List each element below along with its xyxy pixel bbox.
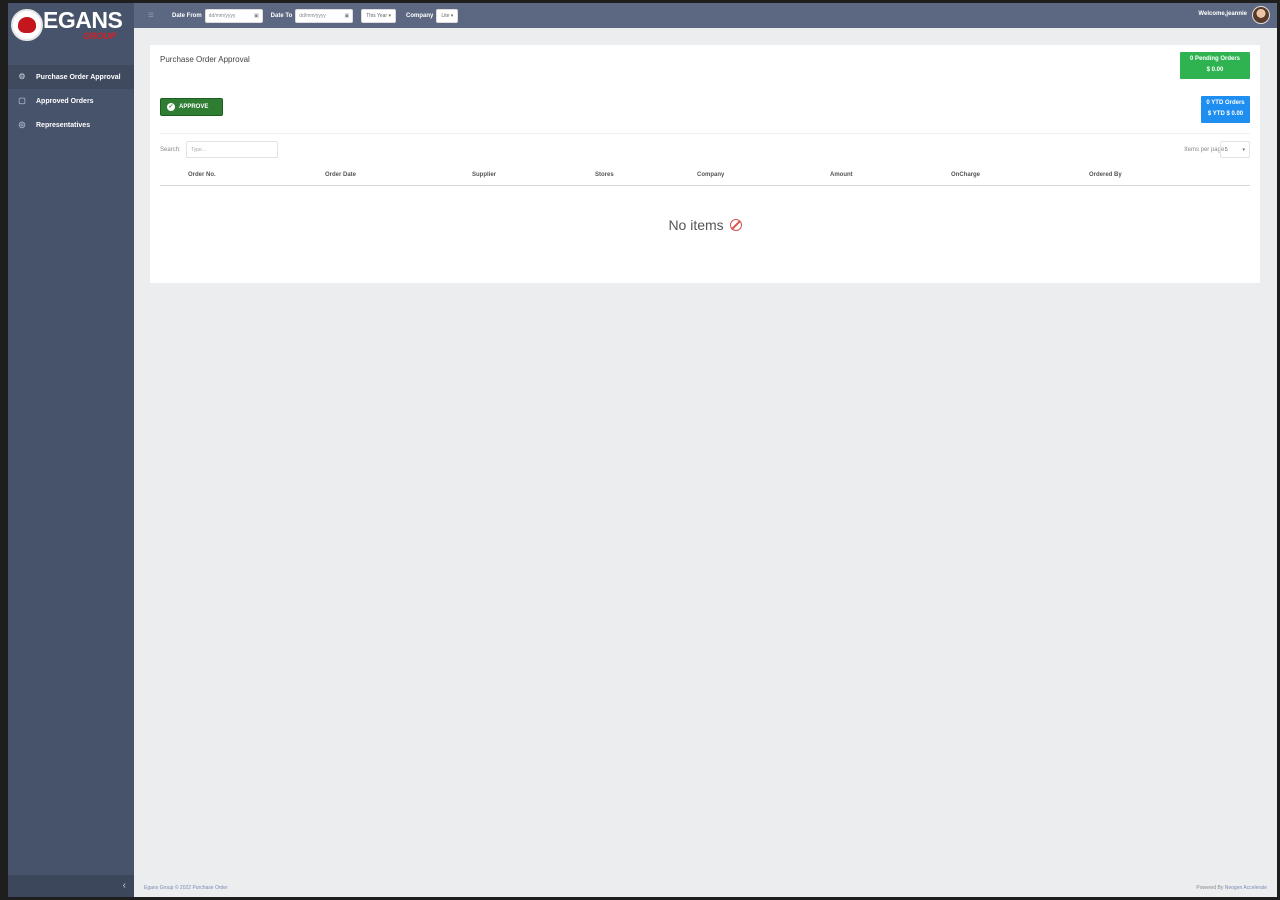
date-from-value: dd/mm/yyyy — [208, 12, 236, 19]
check-circle-icon: ✓ — [167, 103, 175, 111]
company-label: Company — [405, 12, 434, 19]
column-header-oncharge[interactable]: OnCharge — [951, 172, 980, 178]
approve-button-label: APPROVE — [179, 104, 209, 110]
items-per-page-select[interactable]: 5 ▾ — [1220, 141, 1250, 158]
sidebar-nav: ⚙ Purchase Order Approval ▢ Approved Ord… — [8, 65, 134, 137]
ytd-orders-count: 0 YTD Orders — [1206, 100, 1245, 106]
footer-powered-link[interactable]: Neogen Accelerate — [1225, 885, 1267, 891]
sidebar-collapse-button[interactable]: ‹ — [8, 875, 134, 897]
top-bar: ≡ Date From dd/mm/yyyy ▣ Date To dd/mm/y… — [134, 3, 1277, 28]
logo-emblem-icon — [11, 9, 43, 41]
date-to-input[interactable]: dd/mm/yyyy ▣ — [295, 8, 354, 23]
date-to-label: Date To — [270, 12, 293, 19]
empty-state: No items — [150, 217, 1260, 233]
page-title: Purchase Order Approval — [160, 55, 250, 64]
brand-name: EGANS — [43, 7, 123, 33]
column-header-supplier[interactable]: Supplier — [472, 172, 496, 178]
column-header-stores[interactable]: Stores — [595, 172, 614, 178]
approval-icon: ⚙ — [18, 72, 26, 81]
brand-sub: GROUP — [83, 31, 117, 41]
document-icon: ▢ — [18, 96, 26, 105]
brand-logo[interactable]: EGANS GROUP — [8, 3, 134, 48]
approve-button[interactable]: ✓ APPROVE — [160, 98, 223, 116]
ytd-orders-amount: $ YTD $ 0.00 — [1207, 111, 1244, 117]
items-per-page-value: 5 — [1225, 146, 1228, 153]
table-header: Order No. Order Date Supplier Stores Com… — [160, 165, 1250, 186]
pending-orders-amount: $ 0.00 — [1206, 67, 1224, 73]
sidebar-item-label: Approved Orders — [36, 97, 94, 105]
user-icon: ◎ — [18, 120, 26, 129]
company-select[interactable]: Lite ▾ — [436, 8, 459, 23]
empty-state-text: No items — [668, 217, 724, 233]
welcome-text: Welcome,jeannie — [1198, 11, 1247, 17]
sidebar-item-label: Representatives — [36, 121, 91, 129]
search-label: Search: — [160, 147, 181, 153]
sidebar-item-representatives[interactable]: ◎ Representatives — [8, 113, 134, 137]
purchase-order-approval-card: Purchase Order Approval 0 Pending Orders… — [150, 45, 1260, 283]
date-range-select[interactable]: This Year ▾ — [361, 8, 396, 23]
ytd-orders-badge: 0 YTD Orders $ YTD $ 0.00 — [1201, 96, 1250, 123]
divider — [160, 133, 1250, 134]
date-from-input[interactable]: dd/mm/yyyy ▣ — [204, 8, 263, 23]
footer-copyright: Egans Group © 2022 Purchase Order — [144, 885, 228, 891]
pending-orders-count: 0 Pending Orders — [1189, 56, 1240, 62]
column-header-order-date[interactable]: Order Date — [325, 172, 356, 178]
hamburger-menu-icon[interactable]: ≡ — [148, 10, 158, 21]
no-entry-icon — [729, 219, 742, 231]
pending-orders-badge: 0 Pending Orders $ 0.00 — [1180, 52, 1250, 79]
date-to-value: dd/mm/yyyy — [299, 12, 326, 19]
chevron-down-icon: ▾ — [1242, 146, 1245, 153]
sidebar-item-approved-orders[interactable]: ▢ Approved Orders — [8, 89, 134, 113]
sidebar-item-label: Purchase Order Approval — [36, 73, 121, 81]
sidebar-item-purchase-order-approval[interactable]: ⚙ Purchase Order Approval — [8, 65, 134, 89]
sidebar: EGANS GROUP ⚙ Purchase Order Approval ▢ … — [8, 3, 134, 897]
column-header-order-no[interactable]: Order No. — [188, 172, 216, 178]
column-header-amount[interactable]: Amount — [830, 172, 853, 178]
calendar-icon: ▣ — [344, 12, 350, 19]
calendar-icon: ▣ — [253, 12, 259, 19]
user-avatar[interactable] — [1252, 6, 1270, 24]
column-header-ordered-by[interactable]: Ordered By — [1089, 172, 1122, 178]
app-window: EGANS GROUP ⚙ Purchase Order Approval ▢ … — [8, 3, 1277, 897]
date-from-label: Date From — [172, 12, 202, 19]
chevron-left-icon: ‹ — [122, 880, 126, 891]
footer-powered-prefix: Powered By — [1196, 885, 1224, 891]
footer-powered-by: Powered By Neogen Accelerate — [1196, 885, 1267, 891]
column-header-company[interactable]: Company — [697, 172, 724, 178]
search-input[interactable]: Type... — [186, 141, 278, 158]
